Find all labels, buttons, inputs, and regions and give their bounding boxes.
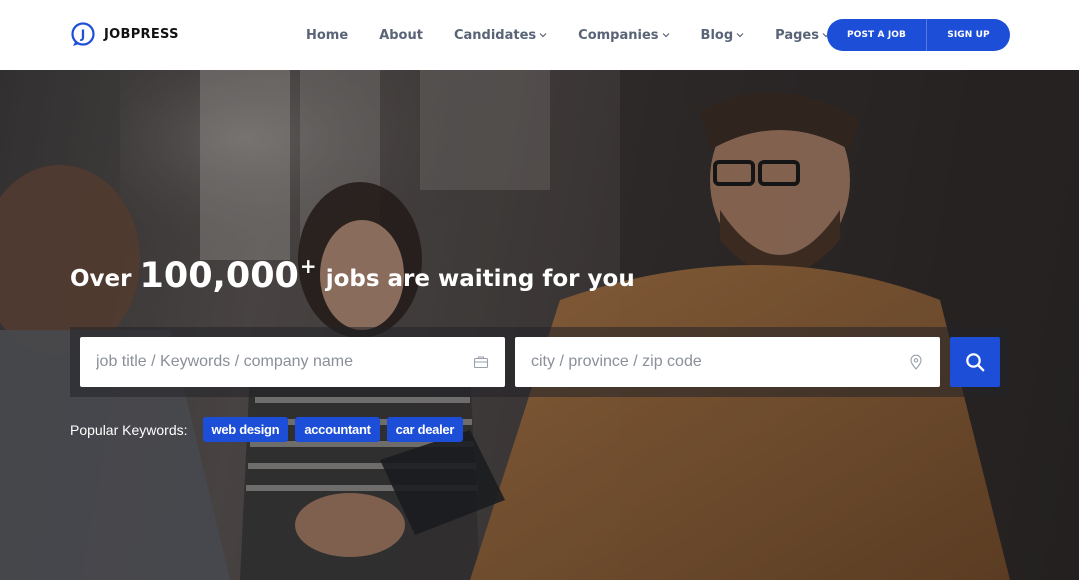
chevron-down-icon xyxy=(736,33,744,38)
search-icon xyxy=(966,353,985,372)
nav-item-about[interactable]: About xyxy=(379,0,423,70)
svg-text:J: J xyxy=(80,28,85,42)
keyword-field xyxy=(80,337,505,387)
briefcase-icon xyxy=(473,356,489,369)
search-button[interactable] xyxy=(950,337,1000,387)
nav-item-label: Home xyxy=(306,27,349,43)
location-input[interactable] xyxy=(531,353,908,371)
headline-prefix: Over xyxy=(70,266,132,292)
nav-item-label: Pages xyxy=(775,27,819,43)
location-field xyxy=(515,337,940,387)
top-navbar: J JOBPRESS Home About Candidates Compani… xyxy=(0,0,1079,70)
popular-keywords: Popular Keywords: web design accountant … xyxy=(70,417,470,442)
cta-button-group: POST A JOB SIGN UP xyxy=(827,19,1010,51)
brand-name: JOBPRESS xyxy=(104,26,179,42)
hero-headline: Over 100,000 + jobs are waiting for you xyxy=(70,256,635,296)
keyword-tag-web-design[interactable]: web design xyxy=(202,417,289,442)
keyword-tag-car-dealer[interactable]: car dealer xyxy=(386,417,464,442)
nav-item-label: Blog xyxy=(700,27,734,43)
nav-item-blog[interactable]: Blog xyxy=(701,0,745,70)
sign-up-button[interactable]: SIGN UP xyxy=(927,19,1010,51)
chevron-down-icon xyxy=(539,33,547,38)
nav-item-candidates[interactable]: Candidates xyxy=(454,0,547,70)
nav-item-label: Candidates xyxy=(453,27,537,43)
jobpress-logo-icon: J xyxy=(71,22,95,46)
chevron-down-icon xyxy=(662,33,669,38)
map-pin-icon xyxy=(910,354,922,370)
brand-logo[interactable]: J JOBPRESS xyxy=(70,21,179,47)
popular-keywords-label: Popular Keywords: xyxy=(70,421,188,438)
hero-dark-overlay xyxy=(0,70,1079,580)
headline-plus-sign: + xyxy=(299,254,317,278)
nav-item-label: Companies xyxy=(578,27,659,43)
headline-suffix: jobs are waiting for you xyxy=(325,266,635,292)
main-menu: Home About Candidates Companies Blog Pag… xyxy=(306,0,861,70)
job-search-bar xyxy=(70,327,1010,397)
nav-item-pages[interactable]: Pages xyxy=(775,0,830,70)
post-a-job-button[interactable]: POST A JOB xyxy=(827,19,927,51)
nav-item-companies[interactable]: Companies xyxy=(578,0,669,70)
headline-number: 100,000 xyxy=(139,256,299,296)
nav-item-home[interactable]: Home xyxy=(306,0,348,70)
nav-item-label: About xyxy=(379,27,423,43)
keyword-tag-accountant[interactable]: accountant xyxy=(295,417,380,442)
keyword-input[interactable] xyxy=(96,353,473,371)
hero-section: Over 100,000 + jobs are waiting for you xyxy=(0,70,1079,580)
